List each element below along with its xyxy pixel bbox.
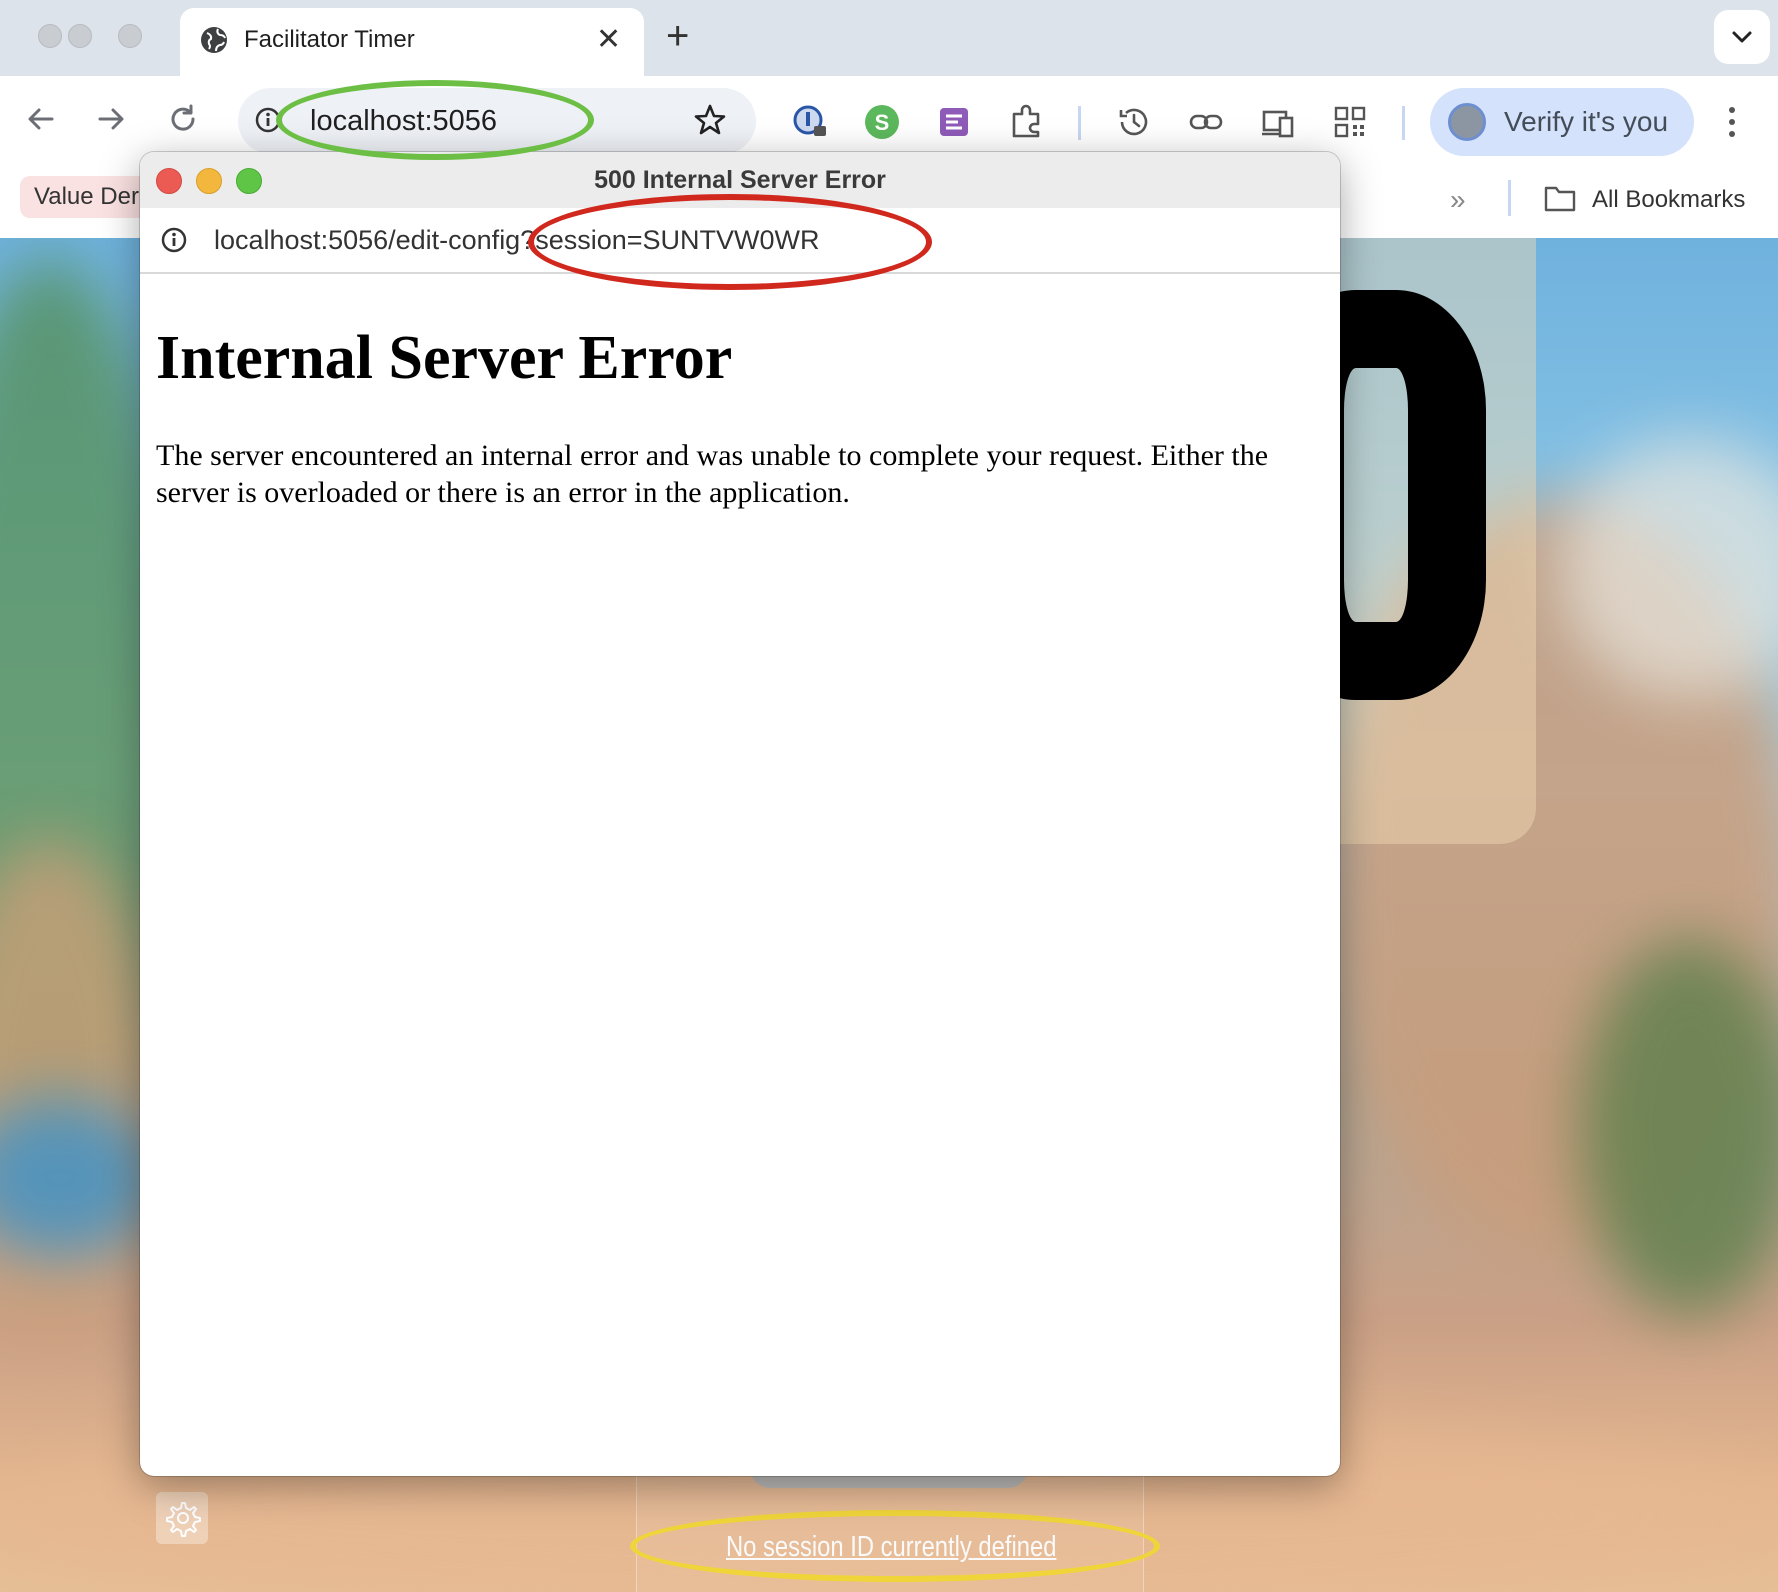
all-bookmarks-link[interactable]: All Bookmarks	[1592, 180, 1745, 220]
window-zoom-control[interactable]	[118, 24, 142, 48]
puzzle-extensions-icon[interactable]	[1006, 102, 1046, 142]
qr-code-icon[interactable]	[1330, 102, 1370, 142]
s-extension-icon[interactable]: S	[862, 102, 902, 142]
forward-arrow-icon[interactable]	[94, 102, 128, 136]
error-popup-window: 500 Internal Server Error localhost:5056…	[140, 152, 1340, 1476]
new-tab-button[interactable]: +	[666, 14, 689, 58]
bookmarks-divider	[1508, 180, 1511, 216]
settings-button[interactable]	[156, 1492, 208, 1544]
reload-icon[interactable]	[166, 102, 200, 136]
window-close-control[interactable]	[38, 24, 62, 48]
popup-window-title: 500 Internal Server Error	[594, 166, 886, 194]
bookmarks-overflow-icon[interactable]: »	[1450, 180, 1466, 220]
error-message: The server encountered an internal error…	[156, 439, 1269, 509]
svg-text:S: S	[875, 110, 890, 135]
back-arrow-icon[interactable]	[24, 102, 58, 136]
chevron-down-icon	[1732, 31, 1752, 43]
devices-icon[interactable]	[1258, 102, 1298, 142]
toolbar-divider	[1078, 106, 1081, 140]
bookmark-value-der[interactable]: Value Der	[20, 176, 153, 218]
star-icon[interactable]	[692, 102, 728, 138]
tab-close-icon[interactable]: ✕	[596, 22, 621, 58]
kebab-menu-icon[interactable]	[1722, 102, 1742, 142]
window-minimize-control[interactable]	[68, 24, 92, 48]
folder-icon	[1544, 186, 1576, 212]
avatar	[1448, 103, 1486, 141]
red-annotation-ellipse	[528, 194, 932, 290]
profile-verify-label: Verify it's you	[1504, 106, 1669, 137]
site-info-icon[interactable]	[160, 226, 188, 254]
error-heading: Internal Server Error	[156, 324, 733, 392]
jira-extension-icon[interactable]	[934, 102, 974, 142]
tab-facilitator-timer[interactable]: Facilitator Timer ✕	[180, 8, 644, 76]
yellow-annotation-ellipse	[630, 1510, 1160, 1582]
toolbar-divider	[1402, 106, 1405, 140]
tab-title: Facilitator Timer	[244, 26, 415, 53]
history-icon[interactable]	[1114, 102, 1154, 142]
globe-icon	[201, 27, 227, 53]
link-icon[interactable]	[1186, 102, 1226, 142]
password-extension-icon[interactable]	[790, 102, 830, 142]
gear-icon	[166, 1502, 201, 1537]
tab-strip: Facilitator Timer ✕ +	[0, 0, 1778, 76]
green-annotation-ellipse	[276, 80, 594, 160]
tab-search-button[interactable]	[1714, 10, 1770, 64]
profile-verify-button[interactable]: Verify it's you	[1430, 88, 1694, 156]
